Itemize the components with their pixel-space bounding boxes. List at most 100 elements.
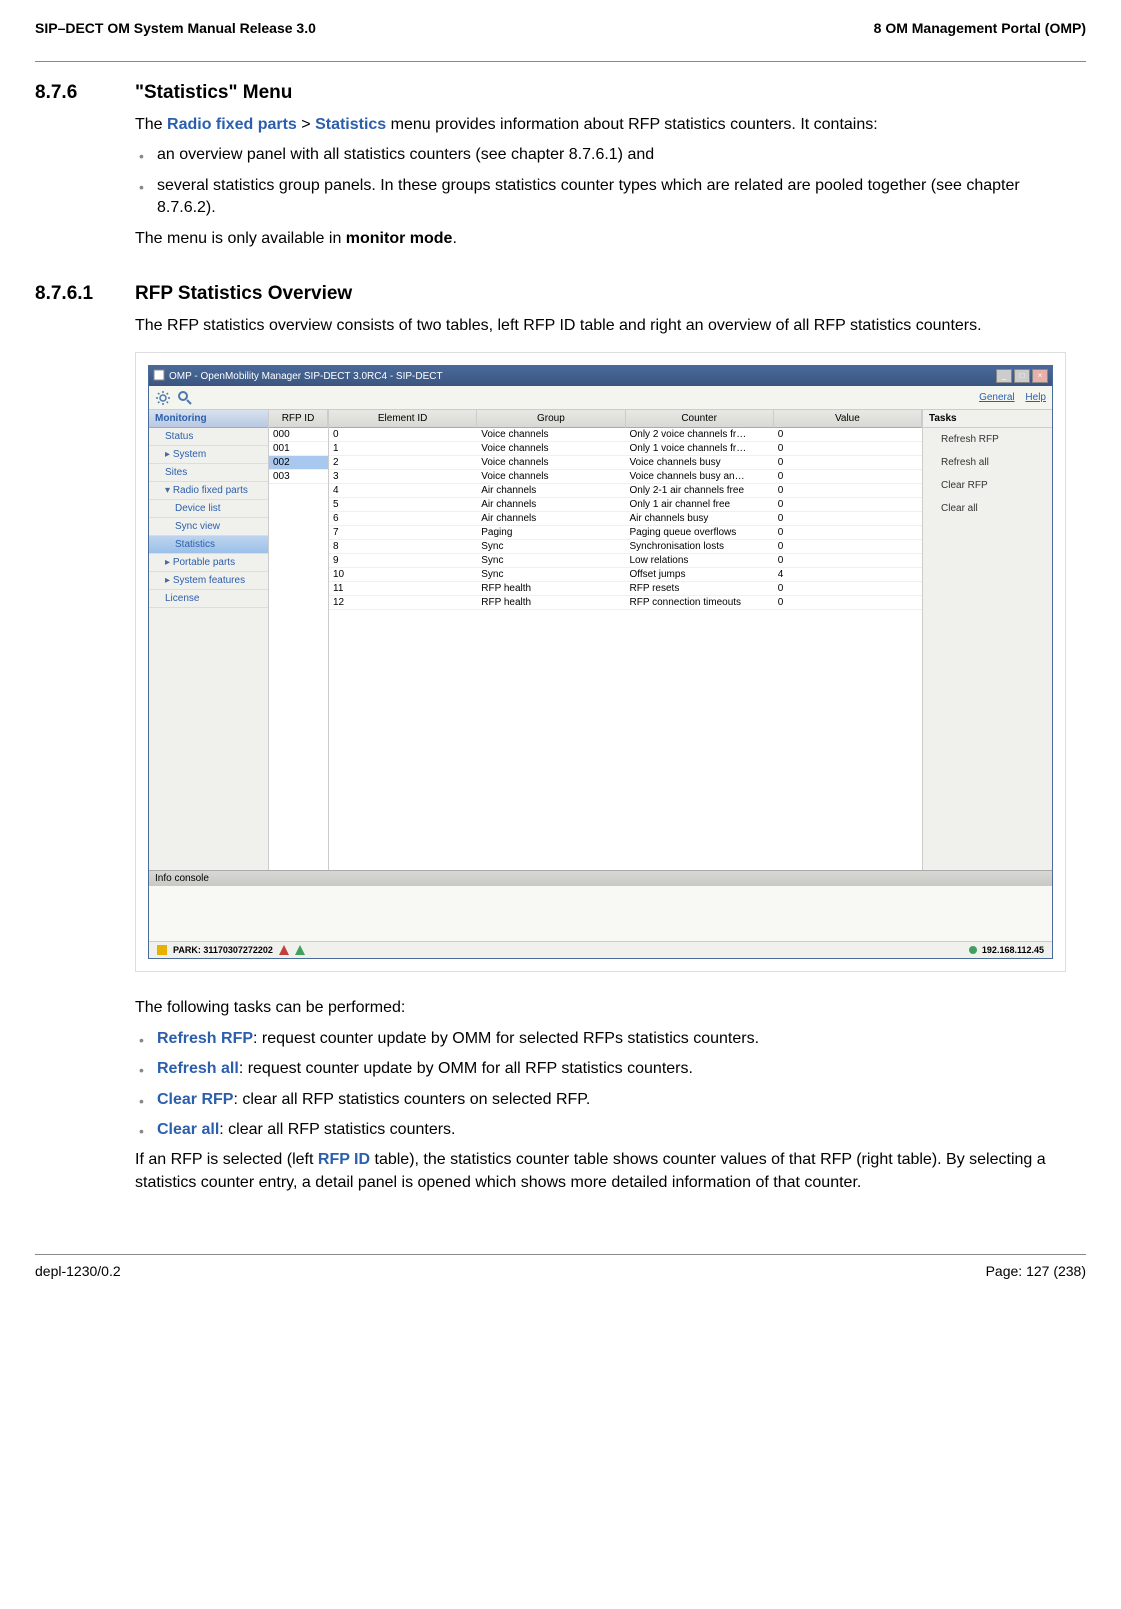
info-console-body xyxy=(149,886,1052,941)
column-header[interactable]: Element ID xyxy=(329,410,477,428)
note-paragraph: The menu is only available in monitor mo… xyxy=(135,228,1066,250)
table-row[interactable]: 12RFP healthRFP connection timeouts0 xyxy=(329,596,922,610)
footer-right: Page: 127 (238) xyxy=(986,1263,1086,1279)
table-cell: 0 xyxy=(774,554,922,567)
sidebar-item-radio-fixed-parts[interactable]: Radio fixed parts xyxy=(149,482,268,500)
table-cell: 0 xyxy=(774,470,922,483)
rfp-id-row[interactable]: 003 xyxy=(269,470,328,484)
table-cell: 0 xyxy=(774,456,922,469)
subsection-title: RFP Statistics Overview xyxy=(135,283,352,305)
sidebar-item-sites[interactable]: Sites xyxy=(149,464,268,482)
table-row[interactable]: 1Voice channelsOnly 1 voice channels fr…… xyxy=(329,442,922,456)
table-cell: 5 xyxy=(329,498,477,511)
table-cell: 2 xyxy=(329,456,477,469)
table-row[interactable]: 7PagingPaging queue overflows0 xyxy=(329,526,922,540)
table-row[interactable]: 2Voice channelsVoice channels busy0 xyxy=(329,456,922,470)
table-row[interactable]: 6Air channelsAir channels busy0 xyxy=(329,512,922,526)
table-cell: 0 xyxy=(774,512,922,525)
search-icon[interactable] xyxy=(177,390,193,406)
table-cell: 0 xyxy=(774,582,922,595)
sidebar-item-sync-view[interactable]: Sync view xyxy=(149,518,268,536)
toolbar-link-general[interactable]: General xyxy=(979,392,1015,403)
task-clear-all[interactable]: Clear all xyxy=(923,497,1052,520)
table-row[interactable]: 11RFP healthRFP resets0 xyxy=(329,582,922,596)
table-row[interactable]: 8SyncSynchronisation losts0 xyxy=(329,540,922,554)
table-cell: 11 xyxy=(329,582,477,595)
link-rfp-id: RFP ID xyxy=(318,1151,370,1168)
info-console-header: Info console xyxy=(149,871,1052,886)
table-cell: Voice channels busy an… xyxy=(626,470,774,483)
table-row[interactable]: 0Voice channelsOnly 2 voice channels fr…… xyxy=(329,428,922,442)
page-header: SIP–DECT OM System Manual Release 3.0 8 … xyxy=(35,20,1086,36)
table-cell: RFP resets xyxy=(626,582,774,595)
table-cell: 0 xyxy=(774,484,922,497)
minimize-button[interactable]: _ xyxy=(996,369,1012,383)
sidebar-item-portable-parts[interactable]: Portable parts xyxy=(149,554,268,572)
rfp-id-row[interactable]: 000 xyxy=(269,428,328,442)
link-statistics: Statistics xyxy=(315,116,386,133)
close-button[interactable]: × xyxy=(1032,369,1048,383)
table-cell: Only 2-1 air channels free xyxy=(626,484,774,497)
link-radio-fixed-parts: Radio fixed parts xyxy=(167,116,297,133)
column-header[interactable]: Group xyxy=(477,410,625,428)
sidebar-item-status[interactable]: Status xyxy=(149,428,268,446)
rfp-id-row[interactable]: 001 xyxy=(269,442,328,456)
app-icon xyxy=(153,369,165,384)
table-cell: Voice channels xyxy=(477,470,625,483)
table-cell: 7 xyxy=(329,526,477,539)
header-left: SIP–DECT OM System Manual Release 3.0 xyxy=(35,20,316,36)
flag-icon xyxy=(157,945,167,955)
table-cell: 4 xyxy=(774,568,922,581)
sidebar-item-license[interactable]: License xyxy=(149,590,268,608)
task-refresh-rfp[interactable]: Refresh RFP xyxy=(923,428,1052,451)
column-header[interactable]: Counter xyxy=(626,410,774,428)
section-number: 8.7.6 xyxy=(35,82,135,104)
flag-a-icon xyxy=(279,945,289,955)
table-cell: 1 xyxy=(329,442,477,455)
status-ip: 192.168.112.45 xyxy=(982,945,1044,955)
header-right: 8 OM Management Portal (OMP) xyxy=(874,20,1086,36)
sidebar-item-system-features[interactable]: System features xyxy=(149,572,268,590)
column-header[interactable]: Value xyxy=(774,410,922,428)
task-refresh-all[interactable]: Refresh all xyxy=(923,451,1052,474)
table-row[interactable]: 4Air channelsOnly 2-1 air channels free0 xyxy=(329,484,922,498)
tasks-header: Tasks xyxy=(923,410,1052,428)
table-cell: 0 xyxy=(774,498,922,511)
tasks-panel: Tasks Refresh RFPRefresh allClear RFPCle… xyxy=(922,410,1052,870)
toolbar: General Help xyxy=(149,386,1052,410)
maximize-button[interactable]: □ xyxy=(1014,369,1030,383)
table-cell: 0 xyxy=(774,596,922,609)
header-divider xyxy=(35,61,1086,62)
table-row[interactable]: 9SyncLow relations0 xyxy=(329,554,922,568)
sidebar-item-device-list[interactable]: Device list xyxy=(149,500,268,518)
table-row[interactable]: 3Voice channelsVoice channels busy an…0 xyxy=(329,470,922,484)
table-row[interactable]: 5Air channelsOnly 1 air channel free0 xyxy=(329,498,922,512)
table-cell: Voice channels busy xyxy=(626,456,774,469)
toolbar-link-help[interactable]: Help xyxy=(1025,392,1046,403)
table-cell: 0 xyxy=(774,540,922,553)
table-cell: Synchronisation losts xyxy=(626,540,774,553)
rfp-id-row[interactable]: 002 xyxy=(269,456,328,470)
table-row[interactable]: 10SyncOffset jumps4 xyxy=(329,568,922,582)
screenshot-container: OMP - OpenMobility Manager SIP-DECT 3.0R… xyxy=(135,352,1066,972)
table-cell: 0 xyxy=(774,442,922,455)
table-cell: Air channels busy xyxy=(626,512,774,525)
table-cell: Air channels xyxy=(477,484,625,497)
table-cell: 12 xyxy=(329,596,477,609)
window-title: OMP - OpenMobility Manager SIP-DECT 3.0R… xyxy=(169,371,996,382)
table-cell: 0 xyxy=(329,428,477,441)
sidebar-item-statistics[interactable]: Statistics xyxy=(149,536,268,554)
sidebar-item-system[interactable]: System xyxy=(149,446,268,464)
app-window: OMP - OpenMobility Manager SIP-DECT 3.0R… xyxy=(148,365,1053,959)
table-cell: RFP health xyxy=(477,596,625,609)
list-item: Clear all: clear all RFP statistics coun… xyxy=(135,1119,1066,1141)
intro-paragraph: The Radio fixed parts > Statistics menu … xyxy=(135,114,1066,136)
table-cell: Sync xyxy=(477,568,625,581)
task-clear-rfp[interactable]: Clear RFP xyxy=(923,474,1052,497)
rfp-id-header[interactable]: RFP ID xyxy=(269,410,328,428)
table-cell: 10 xyxy=(329,568,477,581)
table-cell: Only 1 voice channels fr… xyxy=(626,442,774,455)
gear-icon[interactable] xyxy=(155,390,171,406)
page-footer: depl-1230/0.2 Page: 127 (238) xyxy=(35,1263,1086,1279)
table-cell: Voice channels xyxy=(477,456,625,469)
